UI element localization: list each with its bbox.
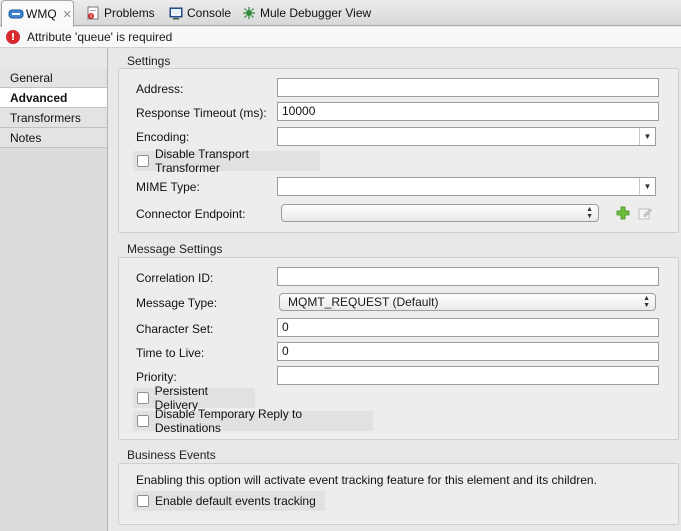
add-icon[interactable] <box>616 206 630 220</box>
message-type-value: MQMT_REQUEST (Default) <box>288 295 439 309</box>
enable-events-tracking-label: Enable default events tracking <box>155 494 316 508</box>
tab-label: Console <box>187 6 232 20</box>
tab-label: WMQ <box>26 7 57 21</box>
sidebar-item-notes[interactable]: Notes <box>0 128 107 148</box>
message-settings-group: Correlation ID: Message Type: MQMT_REQUE… <box>118 257 679 440</box>
chevron-down-icon[interactable]: ▼ <box>639 128 655 145</box>
correlation-id-input[interactable] <box>277 267 659 286</box>
disable-transport-checkbox[interactable]: Disable Transport Transformer <box>133 147 320 175</box>
sidebar: General Advanced Transformers Notes <box>0 68 108 531</box>
sidebar-item-transformers[interactable]: Transformers <box>0 108 107 128</box>
checkbox-box[interactable] <box>137 415 149 427</box>
validation-error-bar: ! Attribute 'queue' is required <box>0 27 681 48</box>
checkbox-box[interactable] <box>137 495 149 507</box>
tab-wmq[interactable]: WMQ ✕ <box>1 0 74 27</box>
svg-text:x: x <box>90 14 93 20</box>
character-set-input[interactable]: 0 <box>277 318 659 337</box>
advanced-panel: Settings Address: Response Timeout (ms):… <box>109 48 681 531</box>
tab-label: Problems <box>104 6 155 20</box>
time-to-live-label: Time to Live: <box>136 346 205 360</box>
encoding-label: Encoding: <box>136 130 190 144</box>
business-events-title: Business Events <box>127 448 216 462</box>
editor-tab-bar: WMQ ✕ x Problems Console Mule Debugger V… <box>0 0 681 27</box>
settings-title: Settings <box>127 54 171 68</box>
connector-endpoint-select[interactable]: ▲ ▼ <box>281 204 599 222</box>
persistent-delivery-checkbox[interactable]: Persistent Delivery <box>133 384 255 412</box>
business-events-description: Enabling this option will activate event… <box>136 473 597 487</box>
sidebar-item-advanced[interactable]: Advanced <box>0 88 107 108</box>
settings-group: Address: Response Timeout (ms): 10000 En… <box>118 68 679 233</box>
wmq-endpoint-icon <box>8 7 24 21</box>
console-icon <box>169 6 183 20</box>
response-timeout-input[interactable]: 10000 <box>277 102 659 121</box>
response-timeout-label: Response Timeout (ms): <box>136 106 267 120</box>
character-set-label: Character Set: <box>136 322 214 336</box>
chevron-down-icon[interactable]: ▼ <box>639 178 655 195</box>
edit-icon[interactable] <box>638 206 652 220</box>
address-label: Address: <box>136 82 184 96</box>
mime-type-combo[interactable]: ▼ <box>277 177 656 196</box>
priority-label: Priority: <box>136 370 177 384</box>
checkbox-box[interactable] <box>137 392 149 404</box>
business-events-group: Enabling this option will activate event… <box>118 463 679 525</box>
debugger-icon <box>242 6 256 20</box>
time-to-live-input[interactable]: 0 <box>277 342 659 361</box>
disable-transport-label: Disable Transport Transformer <box>154 147 249 175</box>
mime-type-label: MIME Type: <box>136 180 200 194</box>
checkbox-box[interactable] <box>137 155 149 167</box>
connector-endpoint-label: Connector Endpoint: <box>136 207 246 221</box>
enable-events-tracking-checkbox[interactable]: Enable default events tracking <box>133 491 325 511</box>
message-settings-title: Message Settings <box>127 242 223 256</box>
tab-problems[interactable]: x Problems <box>80 0 161 26</box>
disable-temp-reply-label: Disable Temporary Reply to Destinations <box>154 407 303 435</box>
address-input[interactable] <box>277 78 659 97</box>
priority-input[interactable] <box>277 366 659 385</box>
tab-console[interactable]: Console <box>163 0 237 26</box>
sidebar-item-general[interactable]: General <box>0 68 107 88</box>
encoding-combo[interactable]: ▼ <box>277 127 656 146</box>
message-type-select[interactable]: MQMT_REQUEST (Default) ▲ ▼ <box>279 293 656 311</box>
tab-label: Mule Debugger View <box>260 6 372 20</box>
error-message: Attribute 'queue' is required <box>27 30 173 44</box>
sidebar-header <box>0 48 108 68</box>
error-icon: ! <box>6 30 20 44</box>
correlation-id-label: Correlation ID: <box>136 271 214 285</box>
close-icon[interactable]: ✕ <box>63 8 72 21</box>
disable-temp-reply-checkbox[interactable]: Disable Temporary Reply to Destinations <box>133 407 373 435</box>
updown-arrows-icon: ▲ ▼ <box>586 206 593 220</box>
message-type-label: Message Type: <box>136 296 218 310</box>
problems-icon: x <box>86 6 100 20</box>
tab-mule-debugger[interactable]: Mule Debugger View <box>236 0 377 26</box>
updown-arrows-icon: ▲ ▼ <box>643 295 650 309</box>
